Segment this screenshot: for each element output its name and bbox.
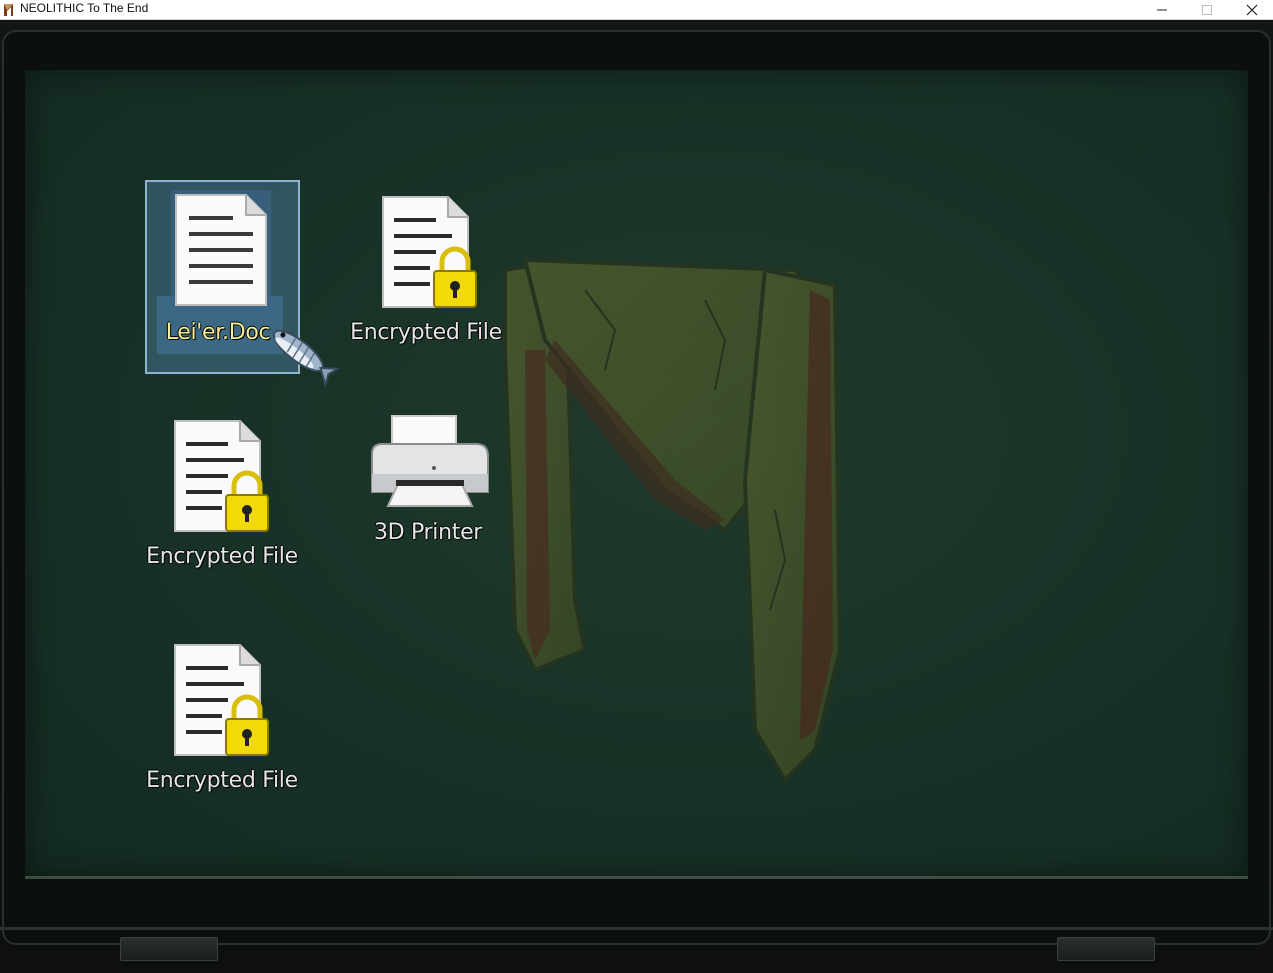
minimize-button[interactable] — [1140, 0, 1184, 20]
desktop-icon-label: 3D Printer — [373, 520, 483, 545]
window-title: NEOLITHIC To The End — [20, 1, 149, 15]
close-button[interactable] — [1230, 0, 1273, 20]
window-titlebar: NEOLITHIC To The End — [0, 0, 1273, 20]
neolithic-n-logo — [503, 257, 843, 784]
printer-icon — [371, 415, 489, 507]
minimize-icon — [1157, 9, 1167, 11]
desktop-icon-3d-printer[interactable]: 3D Printer — [348, 414, 508, 564]
monitor-base-line — [0, 927, 1273, 930]
desktop-icon-encrypted-file-1[interactable]: Encrypted File — [350, 190, 510, 360]
desktop-icon-label: Encrypted File — [146, 544, 298, 569]
document-icon — [171, 190, 271, 310]
neolithic-n-icon — [2, 2, 16, 17]
desktop-icon-label: Encrypted File — [350, 320, 502, 345]
fish-cursor-icon — [272, 329, 340, 389]
desktop-icon-label: Encrypted File — [146, 768, 298, 793]
close-icon — [1246, 4, 1258, 16]
desktop-screen[interactable]: Lei'er.Doc Encrypted File Encrypted File… — [23, 68, 1250, 881]
locked-document-icon — [174, 644, 269, 756]
monitor-foot-left — [120, 937, 218, 961]
monitor-foot-right — [1057, 937, 1155, 961]
maximize-button[interactable] — [1185, 0, 1229, 20]
locked-document-icon — [382, 196, 477, 308]
maximize-icon — [1202, 5, 1212, 15]
desktop-icon-encrypted-file-2[interactable]: Encrypted File — [142, 414, 302, 584]
screen-bottom-edge — [25, 876, 1248, 879]
desktop-icon-encrypted-file-3[interactable]: Encrypted File — [142, 638, 302, 808]
locked-document-icon — [174, 420, 269, 532]
